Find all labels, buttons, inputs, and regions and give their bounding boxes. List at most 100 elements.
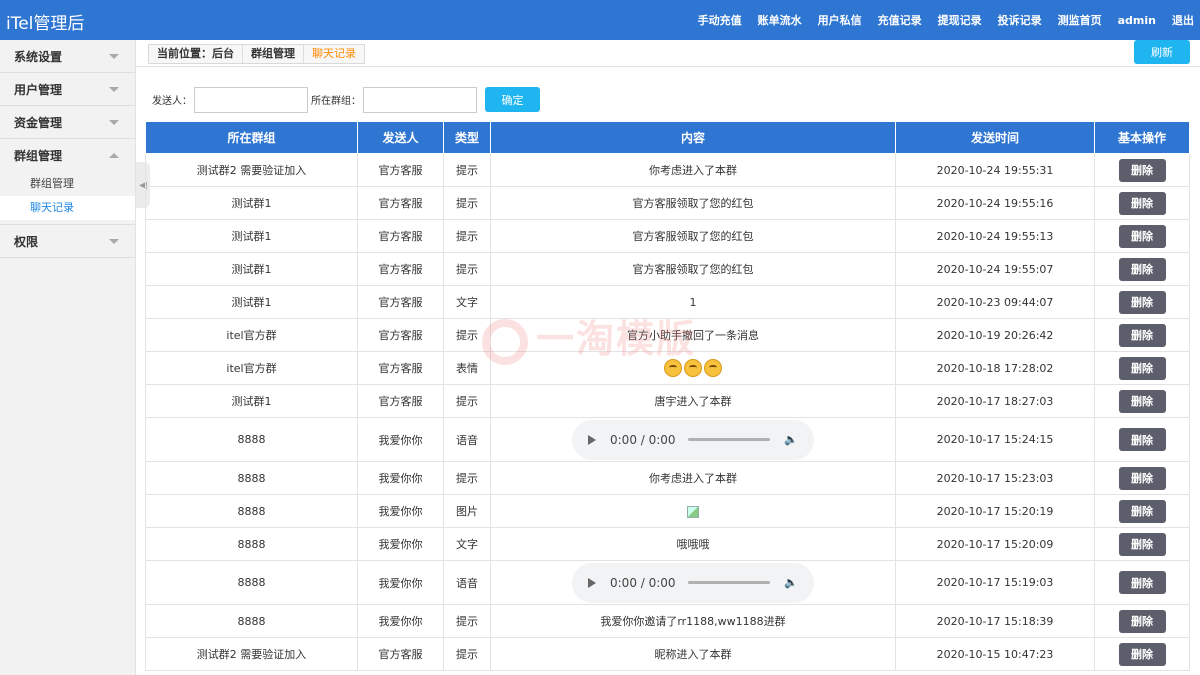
nav-admin-user[interactable]: admin [1118, 14, 1156, 27]
cell-content: 你考虑进入了本群 [490, 153, 896, 187]
volume-icon[interactable]: 🔈 [784, 576, 798, 589]
delete-button[interactable]: 删除 [1118, 191, 1166, 215]
sidebar-group-group-management[interactable]: 群组管理 [0, 139, 135, 172]
audio-time: 0:00 / 0:00 [610, 432, 676, 447]
cell-group: 测试群1 [145, 285, 358, 319]
delete-button[interactable]: 删除 [1118, 571, 1166, 594]
cell-group: 测试群1 [145, 384, 358, 418]
delete-button[interactable]: 删除 [1118, 609, 1166, 633]
audio-progress-track[interactable] [687, 581, 771, 584]
column-header: 类型 [443, 121, 491, 154]
sidebar-item-group-management[interactable]: 群组管理 [0, 172, 135, 196]
cell-type: 提示 [443, 637, 491, 671]
nav-recharge-records[interactable]: 充值记录 [878, 12, 922, 28]
cell-type: 提示 [443, 461, 491, 495]
nav-user-messages[interactable]: 用户私信 [818, 12, 862, 28]
nav-bill-flow[interactable]: 账单流水 [758, 12, 802, 28]
cell-time: 2020-10-24 19:55:31 [895, 153, 1095, 187]
nav-manual-recharge[interactable]: 手动充值 [698, 12, 742, 28]
group-input[interactable] [363, 86, 477, 113]
cell-group: itel官方群 [145, 318, 358, 352]
sidebar-group-system-settings[interactable]: 系统设置 [0, 40, 135, 73]
caret-down-icon [109, 87, 119, 92]
table-row: 测试群2 需要验证加入 官方客服 提示 你考虑进入了本群 2020-10-24 19:5… [145, 153, 1190, 187]
table-row: 测试群2 需要验证加入 官方客服 提示 昵称进入了本群 2020-10-15 10:47… [145, 637, 1190, 671]
caret-down-icon [109, 54, 119, 59]
brand-title: iTel管理后 [6, 14, 85, 34]
table-row: 测试群1 官方客服 文字 1 2020-10-23 09:44:07 删除 [145, 285, 1190, 319]
sidebar-group-user-management[interactable]: 用户管理 [0, 73, 135, 106]
sidebar: 系统设置 用户管理 资金管理 群组管理 群组管理 聊天记录 权限 [0, 40, 136, 675]
chat-records-table: 所在群组 发送人 类型 内容 发送时间 基本操作 测试群2 需要验证加入 官方客服… [145, 121, 1190, 671]
cell-time: 2020-10-24 19:55:16 [895, 186, 1095, 220]
cell-content: 昵称进入了本群 [490, 637, 896, 671]
cell-group: itel官方群 [145, 351, 358, 385]
audio-player[interactable]: 0:00 / 0:00 🔈 [572, 419, 814, 460]
delete-button[interactable]: 删除 [1118, 428, 1166, 451]
nav-logout[interactable]: 退出 [1172, 12, 1194, 28]
delete-button[interactable]: 删除 [1118, 257, 1166, 281]
cell-sender: 官方客服 [357, 153, 444, 187]
cell-sender: 官方客服 [357, 384, 444, 418]
cell-sender: 我爱你你 [357, 494, 444, 528]
cell-sender: 官方客服 [357, 219, 444, 253]
broken-image-icon[interactable] [687, 505, 699, 518]
play-icon[interactable] [588, 434, 596, 445]
cell-group: 8888 [145, 494, 358, 528]
audio-progress-track[interactable] [687, 438, 771, 441]
cell-content: 官方客服领取了您的红包 [490, 219, 896, 253]
cell-group: 测试群1 [145, 186, 358, 220]
cell-type: 文字 [443, 527, 491, 561]
top-bar: iTel管理后 手动充值 账单流水 用户私信 充值记录 提现记录 投诉记录 测监… [0, 0, 1200, 40]
delete-button[interactable]: 删除 [1118, 356, 1166, 380]
play-icon[interactable] [588, 577, 596, 588]
caret-down-icon [109, 120, 119, 125]
refresh-button[interactable]: 刷新 [1134, 40, 1190, 64]
cell-group: 8888 [145, 527, 358, 561]
nav-monitor-home[interactable]: 测监首页 [1058, 12, 1102, 28]
cell-sender: 官方客服 [357, 637, 444, 671]
sidebar-group-permissions[interactable]: 权限 [0, 225, 135, 258]
delete-button[interactable]: 删除 [1118, 499, 1166, 523]
cell-actions: 删除 [1094, 604, 1190, 638]
breadcrumb-group-management[interactable]: 群组管理 [243, 45, 304, 63]
cell-sender: 我爱你你 [357, 461, 444, 495]
sidebar-group-label: 群组管理 [14, 149, 63, 163]
delete-button[interactable]: 删除 [1118, 389, 1166, 413]
sidebar-group-label: 用户管理 [14, 82, 63, 97]
table-row: 测试群1 官方客服 提示 唐宇进入了本群 2020-10-17 18:27:03 删除 [145, 384, 1190, 418]
confirm-button[interactable]: 确定 [485, 87, 540, 112]
column-header: 发送时间 [895, 121, 1095, 154]
caret-up-icon [109, 153, 119, 158]
table-row: 8888 我爱你你 文字 哦哦哦 2020-10-17 15:20:09 删除 [145, 527, 1190, 561]
sidebar-group-fund-management[interactable]: 资金管理 [0, 106, 135, 139]
delete-button[interactable]: 删除 [1118, 532, 1166, 556]
table-row: 测试群1 官方客服 提示 官方客服领取了您的红包 2020-10-24 19:55:13… [145, 219, 1190, 253]
cell-group: 8888 [145, 560, 358, 605]
table-row: itel官方群 官方客服 提示 官方小助手撤回了一条消息 2020-10-19 20:2… [145, 318, 1190, 352]
delete-button[interactable]: 删除 [1118, 224, 1166, 248]
cell-time: 2020-10-17 15:20:19 [895, 494, 1095, 528]
volume-icon[interactable]: 🔈 [784, 433, 798, 446]
delete-button[interactable]: 删除 [1118, 642, 1166, 666]
cell-type: 语音 [443, 417, 491, 462]
emoji-icon [664, 359, 682, 377]
nav-complaint-records[interactable]: 投诉记录 [998, 12, 1042, 28]
delete-button[interactable]: 删除 [1118, 290, 1166, 314]
delete-button[interactable]: 删除 [1118, 466, 1166, 490]
cell-group: 测试群1 [145, 219, 358, 253]
sidebar-item-chat-records[interactable]: 聊天记录 [0, 196, 135, 220]
cell-type: 文字 [443, 285, 491, 319]
delete-button[interactable]: 删除 [1118, 323, 1166, 347]
table-row: 8888 我爱你你 语音 0:00 / 0:00 🔈 2020-10-17 15:19:0… [145, 560, 1190, 605]
cell-actions: 删除 [1094, 560, 1190, 605]
cell-sender: 官方客服 [357, 186, 444, 220]
nav-withdraw-records[interactable]: 提现记录 [938, 12, 982, 28]
cell-actions: 删除 [1094, 252, 1190, 286]
cell-content: 官方客服领取了您的红包 [490, 252, 896, 286]
breadcrumb-bar: 当前位置：后台 群组管理 聊天记录 刷新 [136, 40, 1200, 67]
delete-button[interactable]: 删除 [1118, 158, 1166, 182]
cell-type: 提示 [443, 384, 491, 418]
sender-input[interactable] [194, 86, 308, 113]
audio-player[interactable]: 0:00 / 0:00 🔈 [572, 562, 814, 603]
